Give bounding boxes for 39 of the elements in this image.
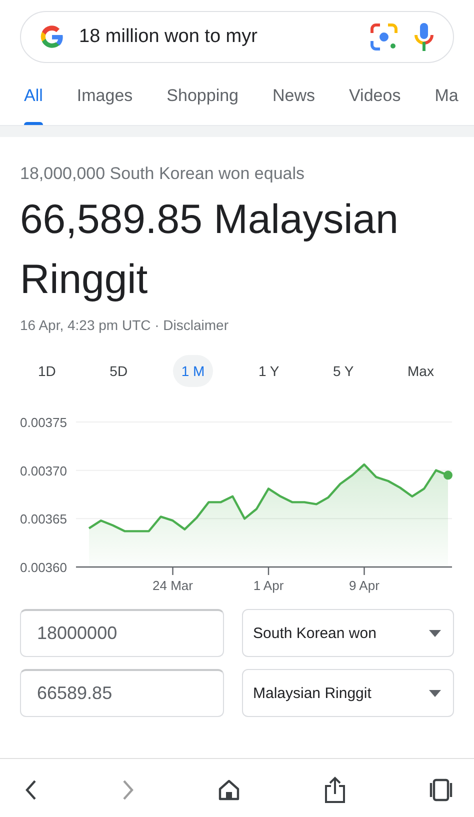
range-tab[interactable]: 5D — [102, 355, 136, 387]
lens-icon[interactable] — [369, 22, 399, 52]
home-icon[interactable] — [217, 778, 241, 802]
search-tab[interactable]: All — [24, 63, 43, 125]
conversion-subtitle: 18,000,000 South Korean won equals — [20, 164, 306, 184]
search-field[interactable]: 18 million won to myr — [79, 26, 355, 48]
timestamp: 16 Apr, 4:23 pm UTC · — [20, 317, 160, 333]
currency-dropdown[interactable]: Malaysian Ringgit — [242, 669, 454, 717]
range-tab[interactable]: 1 Y — [250, 355, 288, 387]
axis-label: 0.00365 — [20, 512, 67, 527]
share-icon[interactable] — [324, 776, 346, 804]
axis-label: 24 Mar — [152, 578, 193, 593]
google-logo-icon — [39, 24, 65, 50]
current-point — [444, 470, 452, 480]
dropdown-caret-icon — [429, 630, 441, 636]
currency-dropdown[interactable]: South Korean won — [242, 609, 454, 657]
search-tab[interactable]: News — [272, 63, 316, 125]
range-tab[interactable]: 5 Y — [324, 355, 362, 387]
amount-field[interactable]: 18000000 — [20, 609, 224, 657]
disclaimer-link[interactable]: Disclaimer — [163, 317, 229, 333]
back-icon[interactable] — [24, 778, 38, 800]
axis-label: 0.00360 — [20, 560, 67, 575]
axis-label: 9 Apr — [349, 578, 380, 593]
tabs-icon[interactable] — [428, 778, 454, 802]
search-tab[interactable]: Videos — [349, 63, 401, 125]
range-tab[interactable]: 1 M — [173, 355, 213, 387]
search-bar[interactable]: 18 million won to myr — [20, 11, 454, 63]
search-tab[interactable]: Ma — [434, 63, 458, 125]
microphone-icon[interactable] — [413, 22, 435, 52]
axis-label: 0.00370 — [20, 463, 67, 478]
axis-label: 0.00375 — [20, 415, 67, 430]
range-tab[interactable]: 1D — [30, 355, 64, 387]
axis-label: 1 Apr — [253, 578, 284, 593]
search-tab[interactable]: Images — [76, 63, 133, 125]
search-tab[interactable]: Shopping — [166, 63, 238, 125]
conversion-result: 66,589.85 Malaysian Ringgit — [20, 195, 400, 304]
dropdown-caret-icon — [429, 690, 441, 696]
amount-field[interactable]: 66589.85 — [20, 669, 224, 717]
range-tab[interactable]: Max — [400, 355, 442, 387]
